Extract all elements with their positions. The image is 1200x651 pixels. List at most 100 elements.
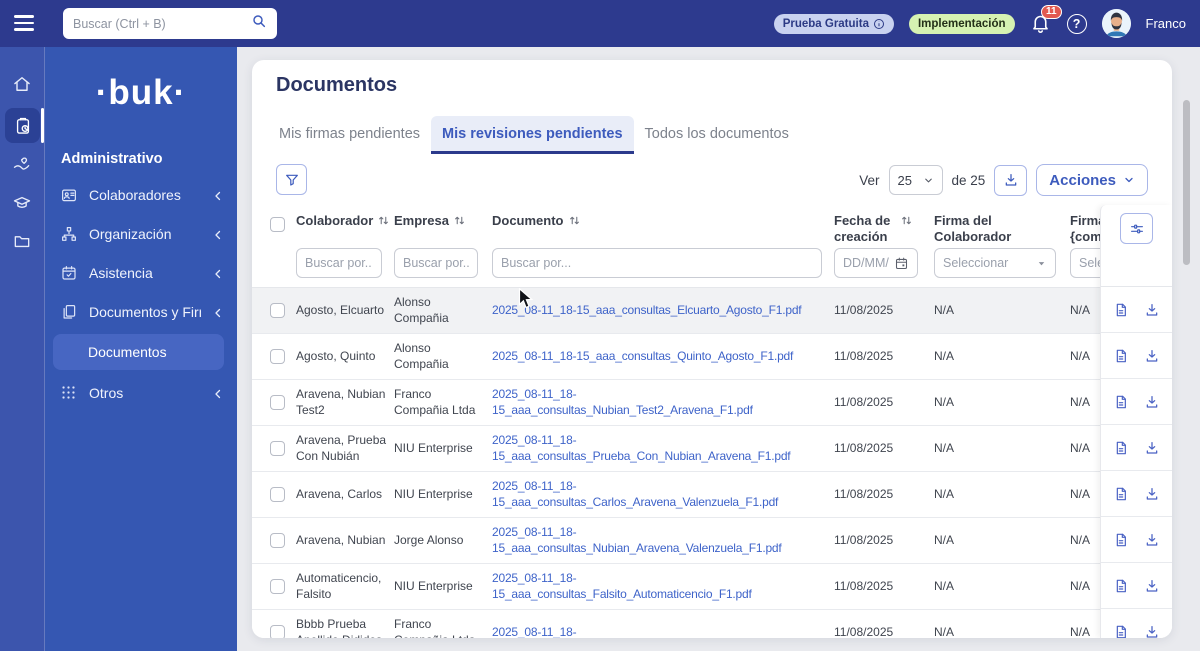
user-avatar[interactable] [1101,9,1131,38]
sort-icon[interactable] [377,214,390,227]
cell-fecha-creacion: 11/08/2025 [834,440,894,455]
table-body: Agosto, Elcuarto Alonso Compañia 2025_08… [252,287,1172,638]
row-checkbox[interactable] [270,533,285,548]
row-checkbox[interactable] [270,579,285,594]
cell-empresa: Jorge Alonso [394,532,464,547]
column-label: Firma del Colaborador [934,213,1012,244]
table-row[interactable]: Agosto, Elcuarto Alonso Compañia 2025_08… [252,288,1172,334]
actions-button[interactable]: Acciones [1036,164,1148,196]
table-row[interactable]: Automaticencio, Falsito NIU Enterprise 2… [252,564,1172,610]
table-row[interactable]: Aravena, Prueba Con Nubián NIU Enterpris… [252,426,1172,472]
sidebar-item-otros[interactable]: Otros [45,373,237,412]
notification-count-badge: 11 [1040,4,1062,19]
table-row[interactable]: Agosto, Quinto Alonso Compañia 2025_08-1… [252,334,1172,380]
filter-firma-colaborador-select[interactable]: Seleccionar [934,248,1056,278]
tab-todos-los-documentos[interactable]: Todos los documentos [634,116,800,154]
column-header-firma-colaborador[interactable]: Firma del Colaborador [934,213,1069,244]
help-button[interactable]: ? [1066,13,1087,34]
folder-icon[interactable] [12,231,32,251]
sort-icon[interactable] [453,214,466,227]
sidebar-item-organizacion[interactable]: Organización [45,214,237,253]
table-row[interactable]: Aravena, Nubian Jorge Alonso 2025_08-11_… [252,518,1172,564]
download-row-icon[interactable] [1144,624,1160,639]
row-checkbox[interactable] [270,625,285,638]
download-row-icon[interactable] [1144,348,1160,364]
filter-empresa-input[interactable] [394,248,478,278]
sort-icon[interactable] [568,214,581,227]
view-document-icon[interactable] [1113,532,1129,548]
sort-icon[interactable] [900,214,913,227]
document-link[interactable]: 2025_08-11_18-15_aaa_consultas_Nubian_Te… [492,387,830,418]
row-actions [1101,563,1172,609]
column-header-colaborador[interactable]: Colaborador [296,213,396,229]
rail-item-documents-selected[interactable] [5,108,40,143]
tab-mis-firmas-pendientes[interactable]: Mis firmas pendientes [268,116,431,154]
filter-documento-input[interactable] [492,248,822,278]
download-row-icon[interactable] [1144,532,1160,548]
sidebar-item-documentos-y-firma[interactable]: Documentos y Firma [45,292,237,331]
download-row-icon[interactable] [1144,578,1160,594]
search-input[interactable] [73,16,251,31]
icon-rail [0,47,45,651]
tabs: Mis firmas pendientes Mis revisiones pen… [268,116,800,154]
notifications-button[interactable]: 11 [1030,4,1062,36]
filter-button[interactable] [276,164,307,195]
page-size-select[interactable]: 25 [888,165,943,195]
document-link[interactable]: 2025_08-11_18-15_aaa_consultas_Nubian_Ar… [492,525,830,556]
document-link[interactable]: 2025_08-11_18-15_aaa_consultas_Quinto_Ag… [492,349,793,365]
education-cap-icon[interactable] [12,193,32,213]
cell-firma-colaborador: N/A [934,440,955,455]
filter-colaborador-input[interactable] [296,248,382,278]
table-header: Colaborador Empresa Documento Fecha de c… [252,205,1172,287]
document-link[interactable]: 2025_08-11_18-15_aaa_consultas_Carlos_Ar… [492,479,830,510]
row-checkbox[interactable] [270,487,285,502]
column-header-fecha-creacion[interactable]: Fecha de creación [834,213,926,244]
sidebar-item-asistencia[interactable]: Asistencia [45,253,237,292]
select-all-checkbox[interactable] [270,217,285,232]
home-icon[interactable] [12,74,32,94]
download-row-icon[interactable] [1144,486,1160,502]
hamburger-menu-icon[interactable] [14,13,36,33]
cell-firma-colaborador: N/A [934,348,955,363]
row-checkbox[interactable] [270,395,285,410]
cell-fecha-creacion: 11/08/2025 [834,486,894,501]
download-row-icon[interactable] [1144,394,1160,410]
view-document-icon[interactable] [1113,624,1129,639]
row-checkbox[interactable] [270,303,285,318]
view-document-icon[interactable] [1113,486,1129,502]
user-name[interactable]: Franco [1146,16,1186,31]
table-row[interactable]: Bbbb Prueba Apellido Dididos Franco Comp… [252,610,1172,638]
implementation-badge[interactable]: Implementación [908,13,1015,34]
document-link[interactable]: 2025_08-11_18-15_aaa_consultas_Elcuarto_… [492,303,802,319]
global-search[interactable] [63,8,277,39]
sidebar-item-colaboradores[interactable]: Colaboradores [45,175,237,214]
vertical-scrollbar[interactable] [1183,100,1190,265]
view-document-icon[interactable] [1113,394,1129,410]
select-placeholder: Seleccionar [943,256,1009,270]
table-row[interactable]: Aravena, Carlos NIU Enterprise 2025_08-1… [252,472,1172,518]
trial-badge[interactable]: Prueba Gratuita [773,13,894,34]
download-row-icon[interactable] [1144,440,1160,456]
sidebar: ·buk· Administrativo Colaboradores Organ… [45,47,237,651]
document-link[interactable]: 2025_08-11_18-15_aaa_consultas_Falsito_A… [492,571,830,602]
view-document-icon[interactable] [1113,302,1129,318]
column-header-documento[interactable]: Documento [492,213,830,229]
view-document-icon[interactable] [1113,440,1129,456]
column-settings-button[interactable] [1120,213,1153,244]
document-link[interactable]: 2025_08-11_18-15_aaa_consultas_Prueba_Co… [492,433,830,464]
search-icon[interactable] [251,13,267,34]
download-all-button[interactable] [994,164,1028,196]
cell-empresa: Alonso Compañia [394,294,449,325]
benefits-hand-heart-icon[interactable] [12,154,32,174]
table-row[interactable]: Aravena, Nubian Test2 Franco Compañia Lt… [252,380,1172,426]
view-document-icon[interactable] [1113,348,1129,364]
download-row-icon[interactable] [1144,302,1160,318]
document-link[interactable]: 2025_08-11_18- [492,625,577,638]
view-document-icon[interactable] [1113,578,1129,594]
tab-mis-revisiones-pendientes[interactable]: Mis revisiones pendientes [431,116,634,154]
filter-fecha-datepicker[interactable]: DD/MM/ [834,248,918,278]
column-header-empresa[interactable]: Empresa [394,213,486,229]
sidebar-subitem-documentos-active[interactable]: Documentos [53,334,224,370]
row-checkbox[interactable] [270,349,285,364]
row-checkbox[interactable] [270,441,285,456]
